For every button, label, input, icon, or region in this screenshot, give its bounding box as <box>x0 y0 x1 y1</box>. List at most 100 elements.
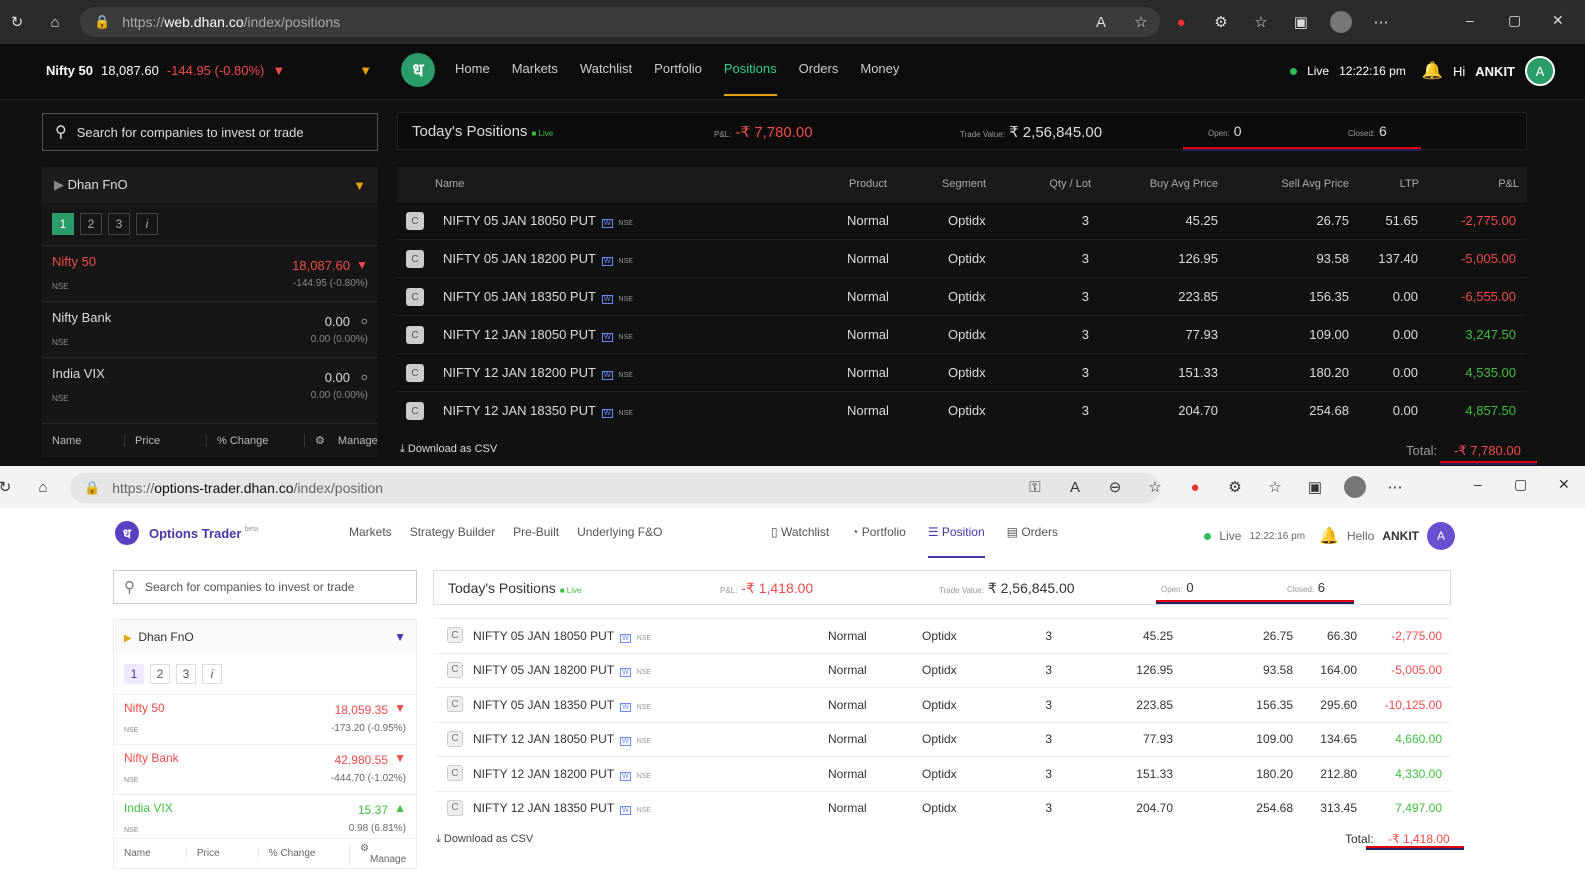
collections-icon[interactable]: ▣ <box>1290 11 1312 33</box>
watchlist-tab-3[interactable]: 3 <box>108 213 130 235</box>
instrument-cell[interactable]: NIFTY 05 JAN 18350 PUT W NSE <box>473 698 651 712</box>
watchlist-header[interactable]: ▶ Dhan FnO ▼ <box>42 167 378 203</box>
minimize-icon[interactable]: – <box>1466 12 1474 28</box>
watchlist-row[interactable]: Nifty Bank NSE 0.00 ○ 0.00 (0.00%) <box>42 301 378 357</box>
index-ticker[interactable]: Nifty 50 18,087.60 -144.95 (-0.80%) ▼ ▼ <box>46 63 372 78</box>
home-icon[interactable]: ⌂ <box>32 476 54 498</box>
instrument-name[interactable]: NIFTY 12 JAN 18050 PUT <box>443 327 596 342</box>
instrument-cell[interactable]: NIFTY 05 JAN 18200 PUT W NSE <box>473 663 651 678</box>
menu-position[interactable]: ☰ Position <box>927 525 985 558</box>
watchlist-tab-2[interactable]: 2 <box>150 664 170 684</box>
manage-button[interactable]: ⚙ Manage <box>349 842 416 865</box>
instrument-name[interactable]: NIFTY 12 JAN 18200 PUT <box>443 365 596 380</box>
collections-icon[interactable]: ▣ <box>1304 476 1326 498</box>
col-buy[interactable]: Buy Avg Price <box>1150 178 1218 190</box>
watchlist-row[interactable]: India VIX NSE 15.37 ▲ 0.98 (6.81%) <box>114 794 416 844</box>
search-input[interactable]: ⚲ Search for companies to invest or trad… <box>42 113 378 151</box>
col-name[interactable]: Name <box>42 435 124 447</box>
col-pnl[interactable]: P&L <box>1498 178 1519 190</box>
table-row[interactable]: C NIFTY 12 JAN 18050 PUT W NSE Normal Optidx 3… <box>435 721 1451 757</box>
instrument-cell[interactable]: NIFTY 12 JAN 18350 PUT W NSE <box>443 403 633 418</box>
instrument-cell[interactable]: NIFTY 05 JAN 18050 PUT W NSE <box>443 213 633 228</box>
table-row[interactable]: C NIFTY 05 JAN 18350 PUT W NSE Normal Optidx 3… <box>397 277 1527 315</box>
col-price[interactable]: Price <box>185 848 258 859</box>
col-ltp[interactable]: LTP <box>1400 178 1419 190</box>
table-row[interactable]: C NIFTY 05 JAN 18200 PUT W NSE Normal Optidx 3… <box>397 239 1527 277</box>
col-change[interactable]: % Change <box>257 848 349 859</box>
read-aloud-icon[interactable]: A <box>1064 476 1086 498</box>
refresh-icon[interactable]: ↻ <box>6 11 28 33</box>
col-segment[interactable]: Segment <box>942 178 986 190</box>
key-icon[interactable]: ⚿ <box>1024 476 1046 498</box>
menu-orders[interactable]: ▤ Orders <box>1007 525 1058 558</box>
address-bar[interactable]: 🔒 https://options-trader.dhan.co/index/p… <box>70 473 1160 503</box>
extension-icon[interactable]: ● <box>1184 476 1206 498</box>
profile-icon[interactable] <box>1344 476 1366 498</box>
menu-orders[interactable]: Orders <box>799 61 839 96</box>
watchlist-row[interactable]: Nifty 50 NSE 18,059.35 ▼ -173.20 (-0.95%… <box>114 694 416 744</box>
instrument-name[interactable]: NIFTY 05 JAN 18200 PUT <box>473 663 614 677</box>
favorite-add-icon[interactable]: ☆ <box>1130 11 1152 33</box>
home-icon[interactable]: ⌂ <box>44 11 66 33</box>
watchlist-tab-1[interactable]: 1 <box>124 664 144 684</box>
watchlist-row[interactable]: Nifty Bank NSE 42,980.55 ▼ -444.70 (-1.0… <box>114 744 416 794</box>
watchlist-tab-1[interactable]: 1 <box>52 213 74 235</box>
instrument-cell[interactable]: NIFTY 12 JAN 18050 PUT W NSE <box>473 732 651 747</box>
table-row[interactable]: C NIFTY 12 JAN 18200 PUT W NSE Normal Optidx 3… <box>435 756 1451 791</box>
favorites-icon[interactable]: ☆ <box>1250 11 1272 33</box>
instrument-cell[interactable]: NIFTY 12 JAN 18350 PUT W NSE <box>473 801 651 816</box>
menu-home[interactable]: Home <box>455 61 490 96</box>
menu-portfolio[interactable]: ◔ Portfolio <box>851 525 906 558</box>
col-price[interactable]: Price <box>124 434 206 447</box>
col-product[interactable]: Product <box>849 178 887 190</box>
instrument-name[interactable]: NIFTY 05 JAN 18050 PUT <box>443 213 596 228</box>
menu-pre-built[interactable]: Pre-Built <box>513 525 559 539</box>
more-icon[interactable]: ⋯ <box>1370 11 1392 33</box>
table-row[interactable]: C NIFTY 12 JAN 18350 PUT W NSE Normal Optidx 3… <box>397 391 1527 429</box>
instrument-name[interactable]: NIFTY 12 JAN 18200 PUT <box>473 767 614 781</box>
menu-underlying-fo[interactable]: Underlying F&O <box>577 525 662 539</box>
user-name[interactable]: ANKIT <box>1475 64 1515 79</box>
menu-markets[interactable]: Markets <box>512 61 558 96</box>
menu-money[interactable]: Money <box>860 61 899 96</box>
favorites-icon[interactable]: ☆ <box>1264 476 1286 498</box>
menu-strategy-builder[interactable]: Strategy Builder <box>410 525 495 539</box>
minimize-icon[interactable]: – <box>1474 476 1482 492</box>
instrument-cell[interactable]: NIFTY 12 JAN 18050 PUT W NSE <box>443 327 633 342</box>
watchlist-tab-2[interactable]: 2 <box>80 213 102 235</box>
download-csv-button[interactable]: ⤓ Download as CSV <box>400 443 497 456</box>
col-change[interactable]: % Change <box>206 434 304 447</box>
instrument-name[interactable]: NIFTY 12 JAN 18350 PUT <box>473 801 614 815</box>
search-input[interactable]: ⚲ Search for companies to invest or trad… <box>113 570 417 604</box>
table-row[interactable]: C NIFTY 12 JAN 18200 PUT W NSE Normal Optidx 3… <box>397 353 1527 391</box>
close-icon[interactable]: ✕ <box>1558 476 1570 493</box>
watchlist-header[interactable]: ▶ Dhan FnO ▼ <box>114 620 416 654</box>
profile-icon[interactable] <box>1330 11 1352 33</box>
bell-icon[interactable]: 🔔 <box>1319 526 1339 546</box>
app-title[interactable]: Options Trader beta <box>149 526 258 541</box>
extension-icon[interactable]: ● <box>1170 11 1192 33</box>
extensions-icon[interactable]: ⚙ <box>1210 11 1232 33</box>
instrument-cell[interactable]: NIFTY 05 JAN 18200 PUT W NSE <box>443 251 633 266</box>
chevron-down-icon[interactable]: ▼ <box>353 178 366 193</box>
watchlist-row[interactable]: India VIX NSE 0.00 ○ 0.00 (0.00%) <box>42 357 378 413</box>
closed-count[interactable]: Closed: 6 <box>1348 123 1387 139</box>
col-sell[interactable]: Sell Avg Price <box>1281 178 1349 190</box>
closed-count[interactable]: Closed: 6 <box>1287 580 1325 595</box>
table-row[interactable]: C NIFTY 12 JAN 18050 PUT W NSE Normal Optidx 3… <box>397 315 1527 353</box>
instrument-cell[interactable]: NIFTY 05 JAN 18350 PUT W NSE <box>443 289 633 304</box>
maximize-icon[interactable]: ▢ <box>1508 12 1521 29</box>
read-aloud-icon[interactable]: A <box>1090 11 1112 33</box>
watchlist-info-tab[interactable]: i <box>136 213 158 235</box>
watchlist-tab-3[interactable]: 3 <box>176 664 196 684</box>
menu-markets[interactable]: Markets <box>349 525 392 539</box>
chevron-down-icon[interactable]: ▼ <box>359 63 372 78</box>
more-icon[interactable]: ⋯ <box>1384 476 1406 498</box>
instrument-cell[interactable]: NIFTY 12 JAN 18200 PUT W NSE <box>473 767 651 781</box>
table-row[interactable]: C NIFTY 05 JAN 18050 PUT W NSE Normal Optidx 3… <box>397 201 1527 239</box>
open-count[interactable]: Open: 0 <box>1161 580 1194 595</box>
watchlist-info-tab[interactable]: i <box>202 664 222 684</box>
close-icon[interactable]: ✕ <box>1552 12 1564 29</box>
table-row[interactable]: C NIFTY 05 JAN 18200 PUT W NSE Normal Optidx 3… <box>435 652 1451 688</box>
menu-watchlist[interactable]: ▯ Watchlist <box>771 525 829 558</box>
